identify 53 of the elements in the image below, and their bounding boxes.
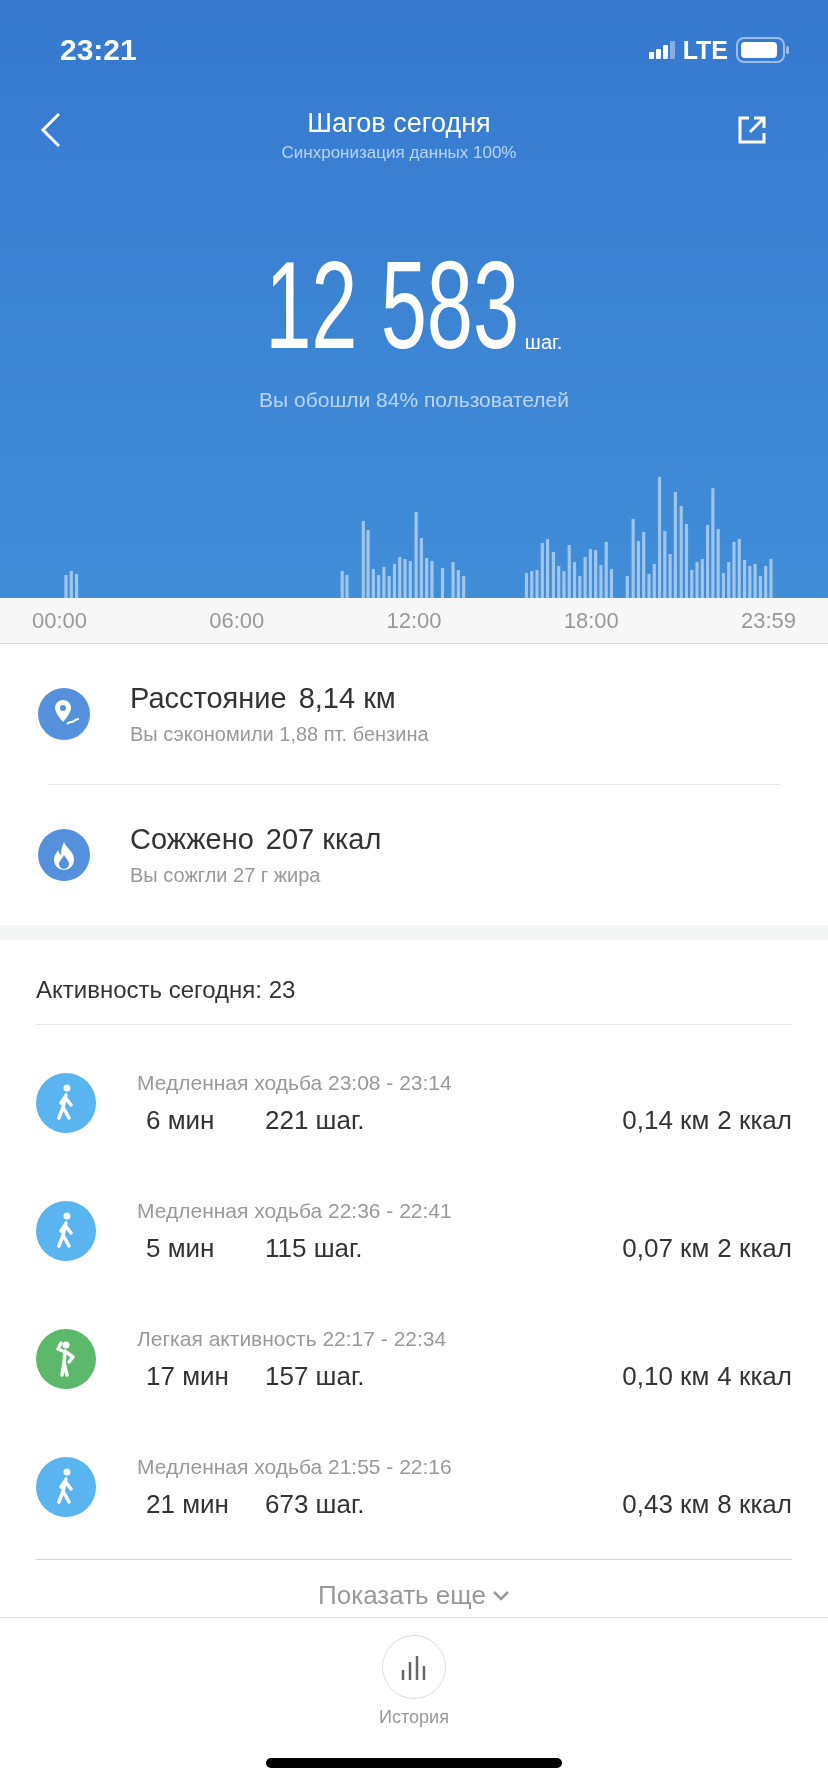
activity-calories: 2 ккал — [717, 1232, 792, 1264]
walking-person-icon — [36, 1201, 96, 1261]
stat-value: 8,14 км — [298, 682, 396, 715]
activity-steps: 115 шаг. — [265, 1232, 623, 1264]
page-title: Шагов сегодня — [307, 107, 491, 139]
walking-person-icon — [36, 1457, 96, 1517]
time-axis-label: 00:00 — [32, 607, 88, 634]
stretching-person-icon — [36, 1329, 96, 1389]
signal-icon — [648, 41, 675, 59]
activity-distance: 0,43 км — [622, 1488, 710, 1520]
network-label: LTE — [682, 35, 728, 65]
activity-duration: 17 мин — [145, 1360, 230, 1392]
stat-label: Расстояние — [130, 682, 287, 715]
activity-distance: 0,10 км — [622, 1360, 710, 1392]
flame-icon — [38, 829, 90, 881]
activity-calories: 4 ккал — [717, 1360, 792, 1392]
activity-calories: 8 ккал — [717, 1488, 792, 1520]
activity-title: Медленная ходьба 21:55 - 22:16 — [137, 1454, 453, 1479]
location-pin-icon — [38, 688, 90, 740]
activity-duration: 21 мин — [145, 1488, 230, 1520]
chevron-down-icon — [491, 1589, 510, 1602]
activity-duration: 5 мин — [145, 1232, 216, 1264]
time-axis-label: 06:00 — [209, 607, 265, 634]
time-axis-label: 18:00 — [563, 607, 619, 634]
show-more-button[interactable]: Показать еще — [318, 1580, 510, 1611]
stat-value: 207 ккал — [265, 823, 382, 856]
time-axis-label: 23:59 — [740, 607, 796, 634]
stat-label: Сожжено — [130, 823, 254, 856]
activity-steps: 673 шаг. — [265, 1488, 623, 1520]
sync-status: Синхронизация данных 100% — [281, 142, 517, 163]
history-label: История — [379, 1707, 449, 1728]
battery-icon — [736, 37, 790, 63]
activity-distance: 0,07 км — [622, 1232, 710, 1264]
activity-duration: 6 мин — [145, 1104, 216, 1136]
share-icon[interactable] — [736, 114, 768, 146]
status-time: 23:21 — [60, 33, 137, 67]
walking-person-icon — [36, 1073, 96, 1133]
activity-heading: Активность сегодня: 23 — [36, 976, 297, 1004]
stat-note: Вы сожгли 27 г жира — [130, 864, 322, 887]
comparison-text: Вы обошли 84% пользователей — [259, 388, 569, 412]
stat-note: Вы сэкономили 1,88 пт. бензина — [130, 723, 429, 746]
activity-title: Медленная ходьба 23:08 - 23:14 — [137, 1070, 453, 1095]
back-icon[interactable] — [40, 112, 62, 148]
activity-title: Легкая активность 22:17 - 22:34 — [137, 1326, 448, 1351]
activity-steps: 221 шаг. — [265, 1104, 623, 1136]
step-count: 12 583 — [264, 250, 519, 360]
activity-calories: 2 ккал — [717, 1104, 792, 1136]
activity-distance: 0,14 км — [622, 1104, 710, 1136]
bar-chart-icon — [401, 1654, 427, 1680]
activity-title: Медленная ходьба 22:36 - 22:41 — [137, 1198, 453, 1223]
time-axis-label: 12:00 — [386, 607, 442, 634]
step-unit: шаг. — [524, 331, 563, 354]
activity-steps: 157 шаг. — [265, 1360, 623, 1392]
